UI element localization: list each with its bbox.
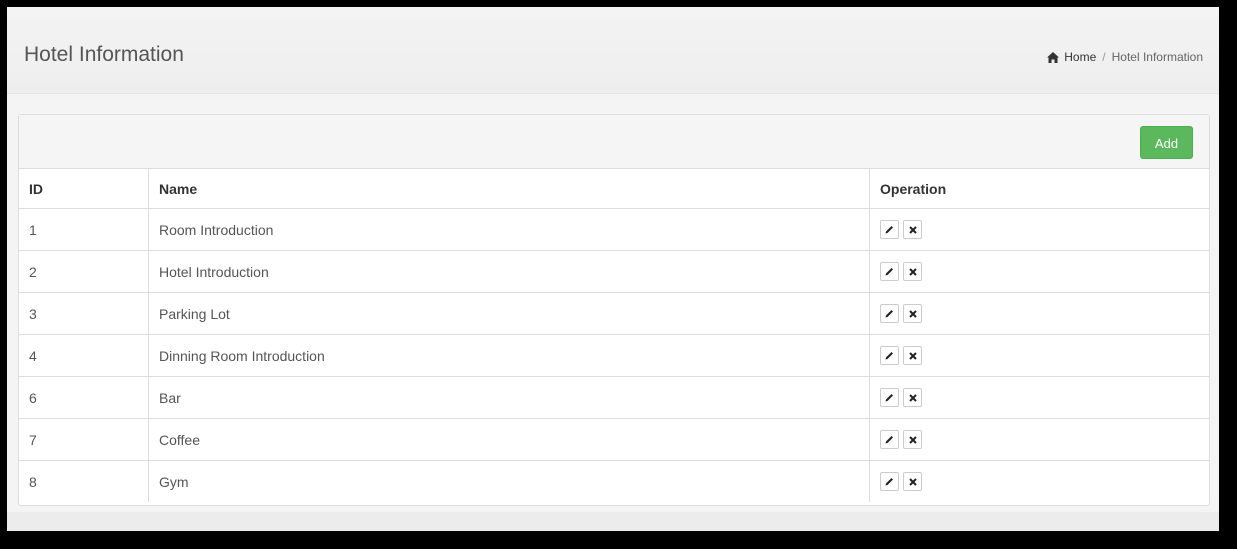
edit-button[interactable] <box>880 388 899 407</box>
delete-icon <box>908 225 917 234</box>
delete-button[interactable] <box>903 388 922 407</box>
edit-button[interactable] <box>880 304 899 323</box>
hotel-info-panel: Add ID Name Operation 1 Room Introductio… <box>18 114 1210 506</box>
row-name: Parking Lot <box>148 292 870 335</box>
delete-icon <box>908 309 917 318</box>
edit-icon <box>885 226 893 234</box>
breadcrumb-current: Hotel Information <box>1111 50 1203 64</box>
row-name: Bar <box>148 376 870 419</box>
delete-icon <box>908 351 917 360</box>
row-name: Dinning Room Introduction <box>148 334 870 377</box>
edit-icon <box>885 394 893 402</box>
row-operation <box>869 418 1209 461</box>
row-id: 2 <box>19 250 149 293</box>
hotel-info-table: ID Name Operation 1 Room Introduction 2 … <box>19 169 1209 502</box>
edit-button[interactable] <box>880 220 899 239</box>
footer-strip <box>7 512 1219 531</box>
app-window: Hotel Information Home / Hotel Informati… <box>7 7 1219 531</box>
edit-icon <box>885 352 893 360</box>
page-title: Hotel Information <box>24 43 184 66</box>
delete-button[interactable] <box>903 304 922 323</box>
row-name: Coffee <box>148 418 870 461</box>
row-name: Gym <box>148 460 870 502</box>
breadcrumb-separator: / <box>1102 50 1106 64</box>
breadcrumb: Home / Hotel Information <box>1047 50 1203 64</box>
edit-button[interactable] <box>880 430 899 449</box>
edit-icon <box>885 268 893 276</box>
column-header-operation: Operation <box>869 169 1209 209</box>
delete-button[interactable] <box>903 430 922 449</box>
table-row: 1 Room Introduction <box>19 208 1209 251</box>
row-id: 8 <box>19 460 149 502</box>
row-operation <box>869 376 1209 419</box>
edit-icon <box>885 436 893 444</box>
delete-icon <box>908 435 917 444</box>
row-id: 1 <box>19 208 149 251</box>
edit-icon <box>885 478 893 486</box>
delete-button[interactable] <box>903 220 922 239</box>
row-operation <box>869 250 1209 293</box>
row-id: 4 <box>19 334 149 377</box>
delete-icon <box>908 393 917 402</box>
table-row: 4 Dinning Room Introduction <box>19 334 1209 377</box>
table-row: 7 Coffee <box>19 418 1209 461</box>
delete-icon <box>908 267 917 276</box>
column-header-name: Name <box>148 169 870 209</box>
add-button[interactable]: Add <box>1140 126 1193 159</box>
row-operation <box>869 334 1209 377</box>
table-row: 3 Parking Lot <box>19 292 1209 335</box>
row-id: 7 <box>19 418 149 461</box>
edit-icon <box>885 310 893 318</box>
row-name: Room Introduction <box>148 208 870 251</box>
edit-button[interactable] <box>880 262 899 281</box>
page-header: Hotel Information Home / Hotel Informati… <box>7 15 1219 94</box>
breadcrumb-home-link[interactable]: Home <box>1064 50 1096 64</box>
column-header-id: ID <box>19 169 149 209</box>
row-operation <box>869 292 1209 335</box>
table-row: 6 Bar <box>19 376 1209 419</box>
delete-icon <box>908 477 917 486</box>
home-icon <box>1047 51 1060 63</box>
panel-heading: Add <box>19 115 1209 169</box>
row-operation <box>869 208 1209 251</box>
table-row: 2 Hotel Introduction <box>19 250 1209 293</box>
delete-button[interactable] <box>903 262 922 281</box>
row-id: 3 <box>19 292 149 335</box>
row-name: Hotel Introduction <box>148 250 870 293</box>
delete-button[interactable] <box>903 472 922 491</box>
table-header-row: ID Name Operation <box>19 169 1209 209</box>
row-operation <box>870 461 1210 503</box>
delete-button[interactable] <box>903 346 922 365</box>
row-id: 6 <box>19 376 149 419</box>
table-row: 8 Gym <box>19 460 1210 503</box>
edit-button[interactable] <box>880 472 899 491</box>
edit-button[interactable] <box>880 346 899 365</box>
